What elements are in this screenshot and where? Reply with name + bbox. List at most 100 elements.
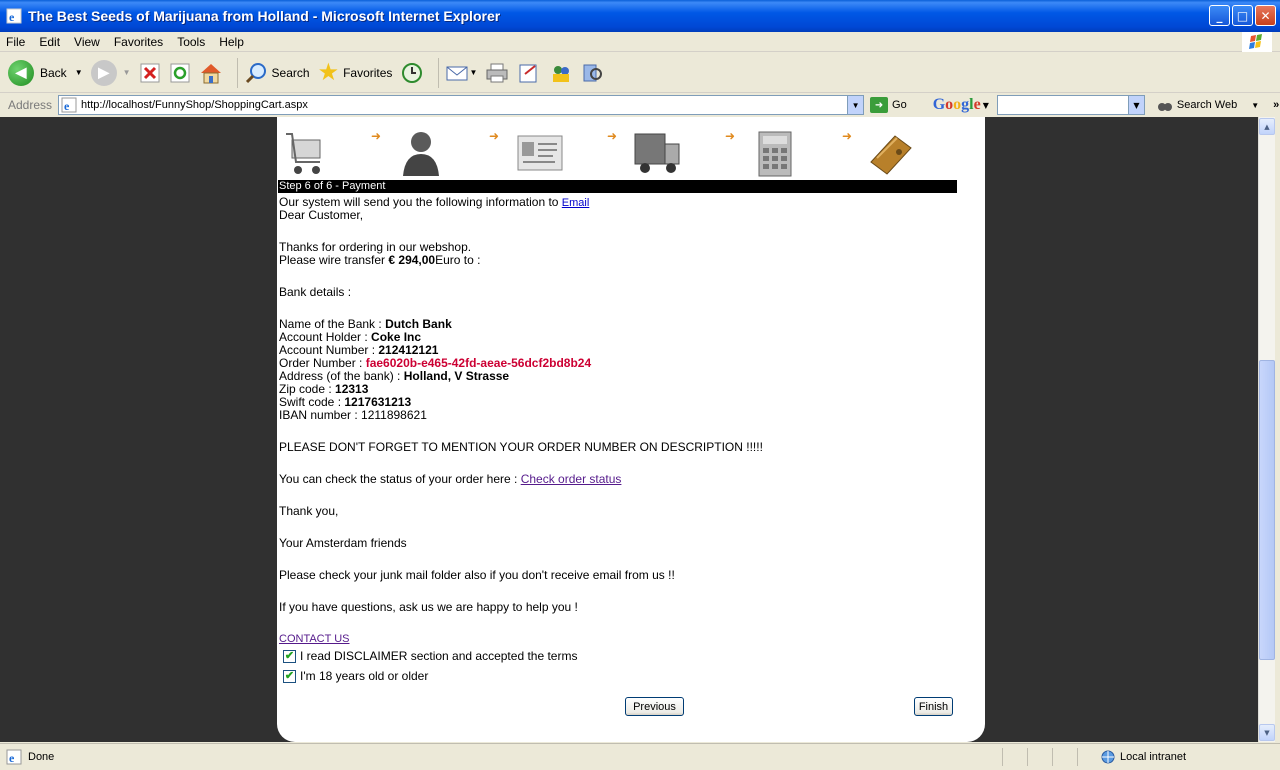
back-dropdown-icon[interactable]: ▼ [75,68,83,77]
send-info-text: Our system will send you the following i… [279,195,562,209]
check-order-status-link[interactable]: Check order status [521,472,622,486]
search-web-dropdown-icon[interactable]: ▼ [1251,101,1259,110]
close-button[interactable]: ✕ [1255,5,1276,26]
address-input[interactable]: e http://localhost/FunnyShop/ShoppingCar… [58,95,865,115]
wallet-payment-step-icon[interactable] [867,128,915,178]
messenger-icon [553,65,570,82]
bank-address-value: Holland, V Strasse [403,369,510,383]
title-bar[interactable]: e The Best Seeds of Marijuana from Holla… [0,0,1280,32]
browser-viewport: ➜ ➜ ➜ ➜ ➜ Step 6 of 6 - Payment Our syst… [0,117,1258,742]
account-number-value: 212412121 [378,343,439,357]
vertical-scrollbar[interactable]: ▲ ▼ [1258,117,1275,742]
scroll-up-icon[interactable]: ▲ [1259,118,1275,135]
stop-icon [140,63,160,82]
menu-bar: File Edit View Favorites Tools Help [0,32,1280,52]
security-zone-label: Local intranet [1120,751,1187,763]
menu-help[interactable]: Help [219,35,244,49]
edit-page-icon [519,64,537,82]
calculator-step-icon[interactable] [751,128,799,178]
bank-name-value: Dutch Bank [385,317,452,331]
mail-button[interactable]: ▼ [445,62,477,84]
favorites-button[interactable]: ★ Favorites [318,60,393,85]
menu-file[interactable]: File [6,35,25,49]
iban-row: IBAN number : 1211898621 [279,409,969,422]
step-progress-bar: Step 6 of 6 - Payment [278,180,957,193]
menu-view[interactable]: View [74,35,100,49]
address-bar: Address e http://localhost/FunnyShop/Sho… [0,94,1280,116]
address-dropdown-icon[interactable]: ▼ [847,96,864,114]
google-search-dropdown-icon[interactable]: ▼ [1127,96,1144,114]
order-number-label: Order Number : [279,356,366,370]
home-button[interactable] [199,62,223,84]
menu-favorites[interactable]: Favorites [114,35,163,49]
bank-address-label: Address (of the bank) : [279,369,404,383]
refresh-button[interactable] [169,62,191,84]
disclaimer-checkbox[interactable]: ✔ [283,649,296,663]
forward-dropdown-icon[interactable]: ▼ [123,68,131,77]
questions-text: If you have questions, ask us we are hap… [279,600,578,614]
edit-button[interactable] [517,62,541,84]
security-zone: Local intranet [1100,749,1186,765]
step-arrow-icon: ➜ [489,129,500,143]
menu-edit[interactable]: Edit [39,35,60,49]
greeting: Dear Customer, [279,208,364,222]
mail-dropdown-icon[interactable]: ▼ [469,68,477,77]
finish-button[interactable]: Finish [914,697,953,716]
print-button[interactable] [485,62,509,84]
scroll-down-icon[interactable]: ▼ [1259,724,1275,741]
customer-step-icon[interactable] [397,128,445,178]
id-card-step-icon[interactable] [515,128,563,178]
history-icon [402,62,423,83]
search-button[interactable]: Search [244,61,310,85]
step-arrow-icon: ➜ [371,129,382,143]
mail-icon [446,66,468,80]
printer-icon [486,63,508,82]
research-button[interactable] [581,62,605,84]
address-url[interactable]: http://localhost/FunnyShop/ShoppingCart.… [81,99,308,111]
back-label: Back [40,65,67,80]
ie-app-icon[interactable]: e [6,8,22,24]
age-row: ✔ I'm 18 years old or older [279,666,969,686]
forward-button[interactable]: ▶ ▼ [90,59,131,86]
go-button[interactable]: ➜ Go [870,97,907,113]
age-checkbox[interactable]: ✔ [283,669,296,683]
cart-step-icon[interactable] [282,128,330,178]
stop-button[interactable] [139,62,161,84]
order-number-value: fae6020b-e465-42fd-aeae-56dcf2bd8b24 [365,356,592,370]
contact-us-link[interactable]: CONTACT US [279,633,350,645]
previous-button[interactable]: Previous [625,697,684,716]
search-web-button[interactable]: Search Web ▼ » [1157,97,1279,113]
send-info-line: Our system will send you the following i… [279,195,969,210]
go-label: Go [892,99,907,111]
status-bar: e Done Local intranet [0,743,1280,770]
standard-toolbar: ◀ Back ▼ ▶ ▼ Search ★ Favorites ▼ [0,53,1280,93]
google-dropdown-icon[interactable]: ▼ [983,101,989,110]
back-button[interactable]: ◀ Back ▼ [8,59,83,86]
research-icon [583,64,603,81]
menu-tools[interactable]: Tools [177,35,205,49]
zip-code-label: Zip code : [279,382,336,396]
email-link[interactable]: Email [562,197,590,209]
wire-prefix: Please wire transfer [279,253,389,267]
toolbar-chevron-icon[interactable]: » [1273,99,1279,111]
svg-text:e: e [64,99,70,113]
delivery-truck-step-icon[interactable] [633,128,681,178]
binoculars-icon [1157,103,1172,111]
order-number-warning: PLEASE DON'T FORGET TO MENTION YOUR ORDE… [279,440,763,454]
page-icon: e [61,97,77,113]
scrollbar-thumb[interactable] [1259,360,1275,660]
svg-text:e: e [9,751,15,765]
search-web-label: Search Web [1176,99,1238,111]
amount-value: € 294,00 [388,253,436,267]
signature-text: Your Amsterdam friends [279,536,407,550]
disclaimer-label: I read DISCLAIMER section and accepted t… [300,648,578,663]
messenger-button[interactable] [549,62,573,84]
maximize-button[interactable]: □ [1232,5,1253,26]
back-arrow-icon: ◀ [8,59,34,86]
minimize-button[interactable]: _ [1209,5,1230,26]
checkout-page: ➜ ➜ ➜ ➜ ➜ Step 6 of 6 - Payment Our syst… [277,117,985,742]
page-done-icon: e [6,749,22,765]
google-toolbar-logo[interactable]: Google [933,96,981,114]
google-search-input[interactable]: ▼ [996,95,1145,115]
history-button[interactable] [400,61,424,85]
